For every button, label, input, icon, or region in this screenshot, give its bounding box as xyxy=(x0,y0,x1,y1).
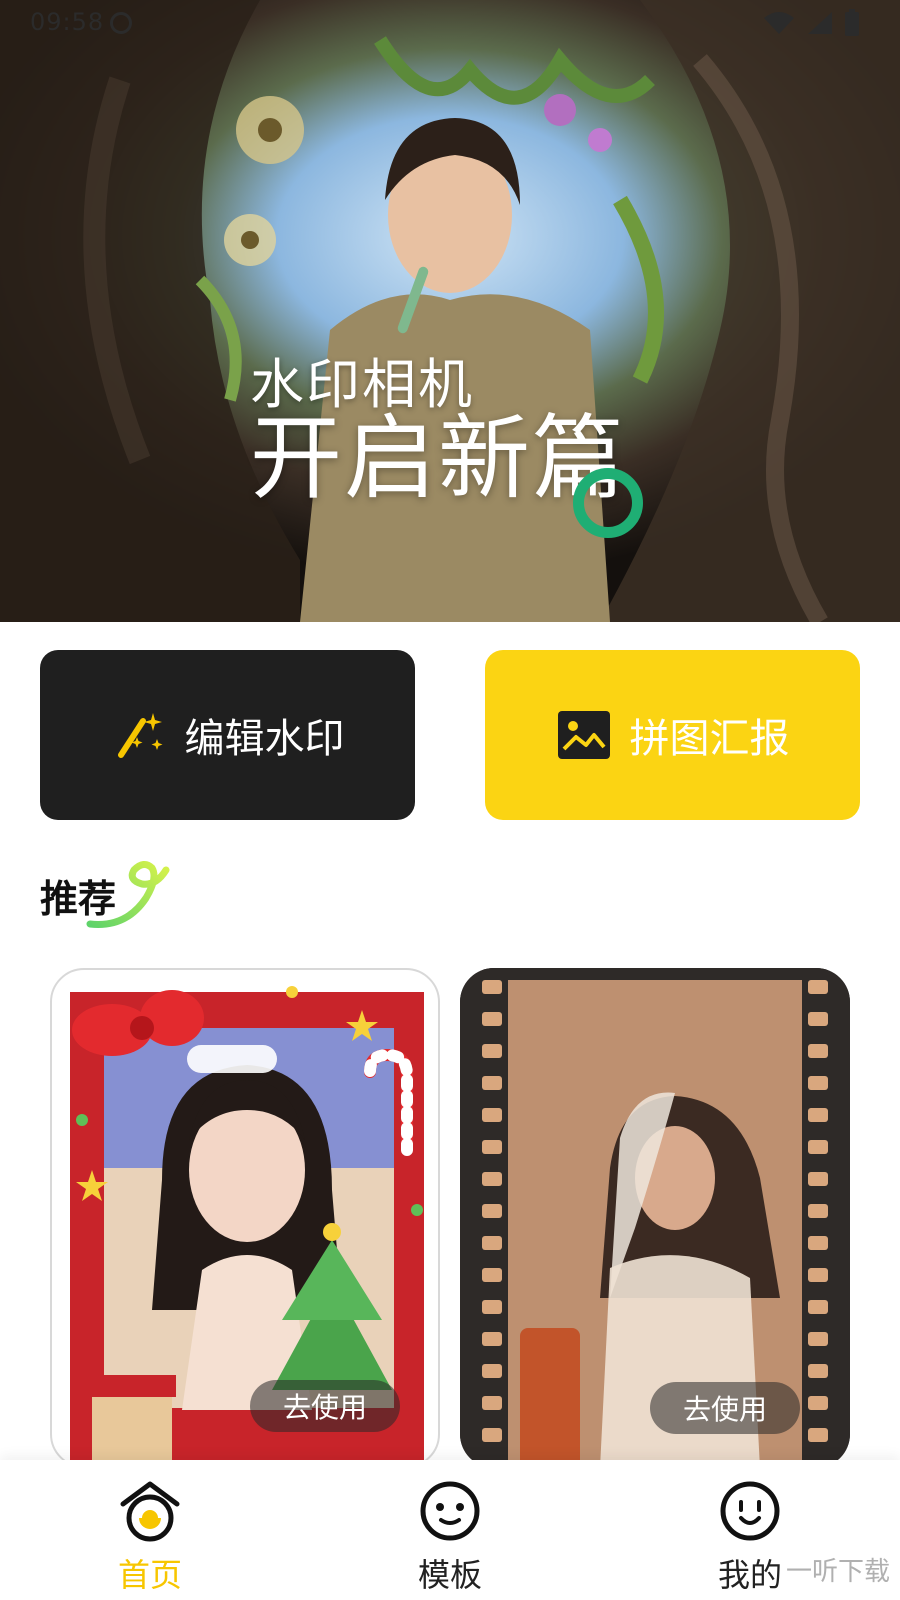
recommend-swoosh-icon xyxy=(86,861,170,928)
collage-report-label: 拼图汇报 xyxy=(629,716,790,762)
template-card[interactable]: 去使用 xyxy=(460,968,850,1468)
nav-label-mine: 我的 xyxy=(717,1556,782,1594)
action-buttons: 编辑水印 拼图汇报 xyxy=(40,650,860,820)
status-time: 09:58 xyxy=(30,8,105,36)
nav-label-home: 首页 xyxy=(117,1556,182,1594)
signal-icon xyxy=(808,12,832,34)
collage-report-button[interactable]: 拼图汇报 xyxy=(485,650,860,820)
notification-icon xyxy=(110,12,132,34)
image-icon xyxy=(557,711,610,759)
bottom-navigation: 首页 模板 我的 一听下载 xyxy=(0,1460,900,1600)
status-bar: 09:58 xyxy=(0,0,900,46)
wifi-icon xyxy=(764,12,794,34)
nav-item-home[interactable]: 首页 xyxy=(70,1478,230,1596)
hero-banner[interactable]: 水印相机 开启新篇 xyxy=(0,0,900,622)
use-template-button[interactable]: 去使用 xyxy=(250,1380,400,1432)
site-watermark: 一听下载 xyxy=(785,1557,890,1587)
edit-watermark-label: 编辑水印 xyxy=(184,716,345,762)
brand-logo-icon xyxy=(573,468,643,538)
profile-face-icon xyxy=(720,1481,780,1541)
edit-watermark-button[interactable]: 编辑水印 xyxy=(40,650,415,820)
nav-label-templates: 模板 xyxy=(417,1556,482,1594)
status-icons xyxy=(762,9,860,36)
nav-item-templates[interactable]: 模板 xyxy=(370,1478,530,1596)
template-card[interactable]: 去使用 xyxy=(50,968,440,1468)
home-icon xyxy=(120,1481,180,1542)
use-template-button[interactable]: 去使用 xyxy=(650,1382,800,1434)
template-face-icon xyxy=(420,1481,480,1541)
magic-wand-icon xyxy=(117,713,162,758)
hero-photo xyxy=(0,0,900,622)
battery-icon xyxy=(845,9,859,36)
